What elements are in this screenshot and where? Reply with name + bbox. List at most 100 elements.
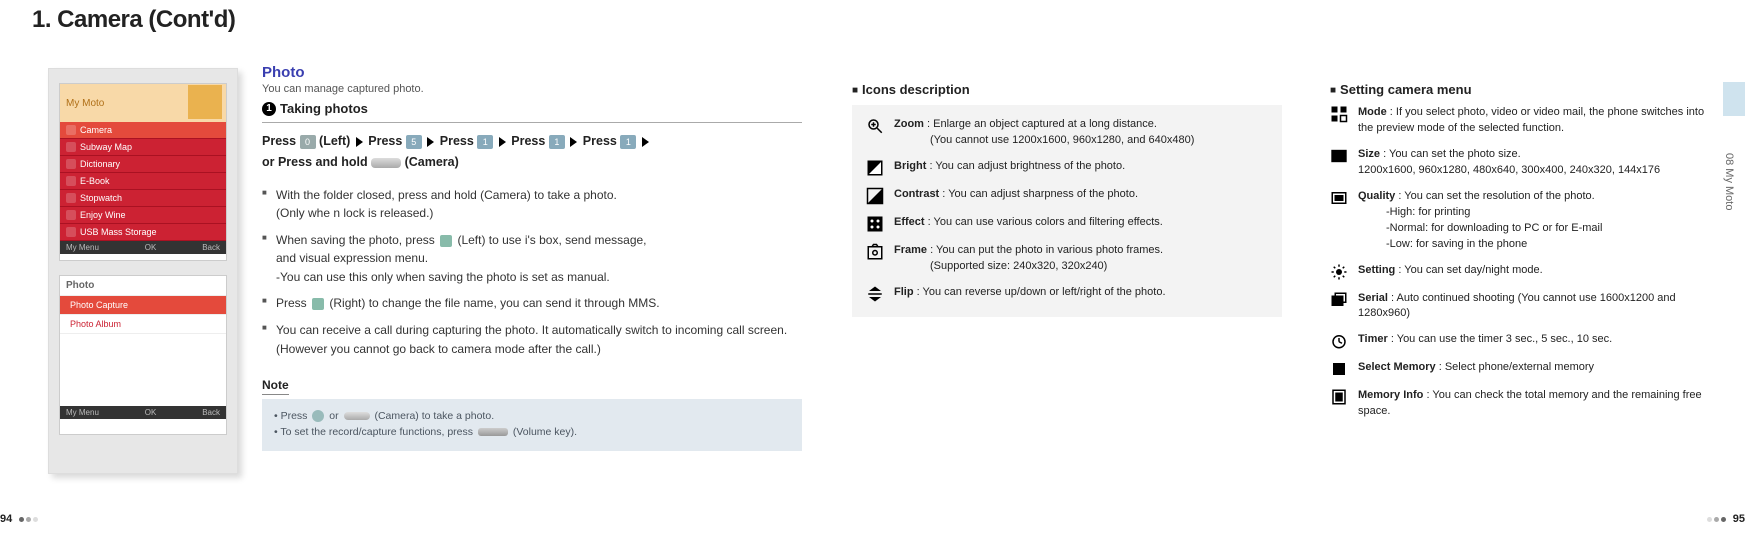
- tab-color-icon: [1723, 82, 1745, 116]
- keypress-sequence: Press 0 (Left) Press 5 Press 1 Press 1 P…: [262, 131, 802, 174]
- effect-d: : You can use various colors and filteri…: [928, 216, 1163, 228]
- icons-panel: Zoom : Enlarge an object captured at a l…: [852, 105, 1282, 317]
- softkey-icon: [312, 298, 324, 310]
- page-left-num: 94: [0, 513, 12, 525]
- b2c: and visual expression menu.: [276, 251, 428, 265]
- t-left: (Left): [319, 134, 350, 148]
- effect-icon: [866, 215, 884, 233]
- volume-key-icon: [478, 428, 508, 436]
- icons-heading: ■Icons description: [852, 82, 1282, 97]
- taking-photos-label: Taking photos: [280, 101, 368, 116]
- quality-q1: -High: for printing: [1358, 205, 1602, 221]
- frame-d2: (Supported size: 240x320, 320x240): [894, 259, 1107, 275]
- zoom-icon: [866, 117, 884, 135]
- key-1: 1: [477, 135, 493, 149]
- phone2-title: Photo: [60, 276, 226, 296]
- t-camera: (Camera): [405, 155, 459, 169]
- phone1-item5: Enjoy Wine: [80, 210, 126, 220]
- zoom-t: Zoom: [894, 118, 924, 130]
- icons-description-section: ■Icons description Zoom : Enlarge an obj…: [852, 82, 1282, 317]
- taking-photos-heading: 1 Taking photos: [262, 101, 802, 116]
- softkey-icon: [440, 235, 452, 247]
- note-label: Note: [262, 378, 289, 395]
- phone-screen-menu: My Moto Camera Subway Map Dictionary E-B…: [59, 83, 227, 261]
- b3b: (Right) to change the file name, you can…: [329, 296, 659, 310]
- serial-t: Serial: [1358, 292, 1388, 304]
- selmem-t: Select Memory: [1358, 361, 1436, 373]
- page-right-num: 95: [1733, 513, 1745, 525]
- timer-icon: [1330, 332, 1348, 350]
- size-icon: [1330, 147, 1348, 165]
- n2b: (Volume key).: [513, 426, 577, 438]
- arrow-right-icon: [642, 137, 649, 147]
- phone-screen-photo: Photo Photo Capture Photo Album My MenuO…: [59, 275, 227, 435]
- t-press2: Press: [368, 134, 402, 148]
- n1a: Press: [281, 410, 308, 422]
- quality-d: : You can set the resolution of the phot…: [1398, 190, 1594, 202]
- camera-button-icon: [344, 412, 370, 420]
- camera-button-icon: [371, 158, 401, 168]
- phone1-item2: Dictionary: [80, 159, 120, 169]
- page-dots-icon: [1706, 513, 1727, 525]
- setting-d: : You can set day/night mode.: [1398, 264, 1542, 276]
- list-item: Press (Right) to change the file name, y…: [262, 294, 802, 313]
- tab-label: 08 My Moto: [1723, 122, 1735, 242]
- key-1: 1: [549, 135, 565, 149]
- key-0: 0: [300, 135, 316, 149]
- phone2-item1: Photo Album: [70, 319, 121, 329]
- b1c: (Only whe n lock is released.): [276, 206, 433, 220]
- selmem-d: : Select phone/external memory: [1439, 361, 1594, 373]
- flip-icon: [866, 285, 884, 303]
- cube-icon: [188, 85, 222, 119]
- t-press1: Press: [262, 134, 296, 148]
- n1b: or: [329, 410, 338, 422]
- list-item: With the folder closed, press and hold (…: [262, 186, 802, 223]
- size-d: : You can set the photo size.: [1383, 148, 1521, 160]
- phone-mock-container: My Moto Camera Subway Map Dictionary E-B…: [48, 68, 238, 474]
- key-1: 1: [620, 135, 636, 149]
- b1a: With the folder closed, press and hold: [276, 188, 477, 202]
- page-title: 1. Camera (Cont'd): [32, 6, 235, 34]
- serial-d: : Auto continued shooting (You cannot us…: [1358, 292, 1676, 320]
- phone1-item3: E-Book: [80, 176, 110, 186]
- photo-subtext: You can manage captured photo.: [262, 83, 802, 95]
- key-5: 5: [406, 135, 422, 149]
- phone1-item1: Subway Map: [80, 142, 132, 152]
- arrow-right-icon: [570, 137, 577, 147]
- ok-button-icon: [312, 410, 324, 422]
- arrow-right-icon: [356, 137, 363, 147]
- contrast-d: : You can adjust sharpness of the photo.: [942, 188, 1138, 200]
- flip-t: Flip: [894, 286, 914, 298]
- list-item: When saving the photo, press (Left) to u…: [262, 231, 802, 287]
- b2d: -You can use this only when saving the p…: [276, 270, 610, 284]
- n2a: To set the record/capture functions, pre…: [280, 426, 473, 438]
- photo-section: Photo You can manage captured photo. 1 T…: [262, 64, 802, 451]
- timer-d: : You can use the timer 3 sec., 5 sec., …: [1391, 333, 1612, 345]
- phone1-item0: Camera: [80, 125, 112, 135]
- bright-t: Bright: [894, 160, 926, 172]
- page-number-right: 95: [1706, 513, 1745, 525]
- phone1-foot-l: My Menu: [66, 243, 99, 252]
- flip-d: : You can reverse up/down or left/right …: [917, 286, 1166, 298]
- settings-heading-text: Setting camera menu: [1340, 82, 1472, 97]
- setting-t: Setting: [1358, 264, 1395, 276]
- effect-t: Effect: [894, 216, 925, 228]
- b2b: (Left) to use i's box, send message,: [457, 233, 646, 247]
- phone1-item4: Stopwatch: [80, 193, 122, 203]
- b4: You can receive a call during capturing …: [276, 323, 787, 356]
- select-memory-icon: [1330, 360, 1348, 378]
- brightness-icon: [866, 159, 884, 177]
- t-press4: Press: [511, 134, 545, 148]
- setting-camera-section: ■Setting camera menu Mode : If you selec…: [1330, 82, 1710, 420]
- icons-heading-text: Icons description: [862, 82, 970, 97]
- arrow-right-icon: [499, 137, 506, 147]
- phone1-item6: USB Mass Storage: [80, 227, 157, 237]
- phone2-foot-l: My Menu: [66, 408, 99, 417]
- frame-d: : You can put the photo in various photo…: [930, 244, 1163, 256]
- t-press5: Press: [583, 134, 617, 148]
- quality-t: Quality: [1358, 190, 1395, 202]
- title-cont: (Cont'd): [148, 6, 235, 33]
- bright-d: : You can adjust brightness of the photo…: [929, 160, 1125, 172]
- size-d2: 1200x1600, 960x1280, 480x640, 300x400, 2…: [1358, 164, 1660, 176]
- photo-heading: Photo: [262, 64, 802, 81]
